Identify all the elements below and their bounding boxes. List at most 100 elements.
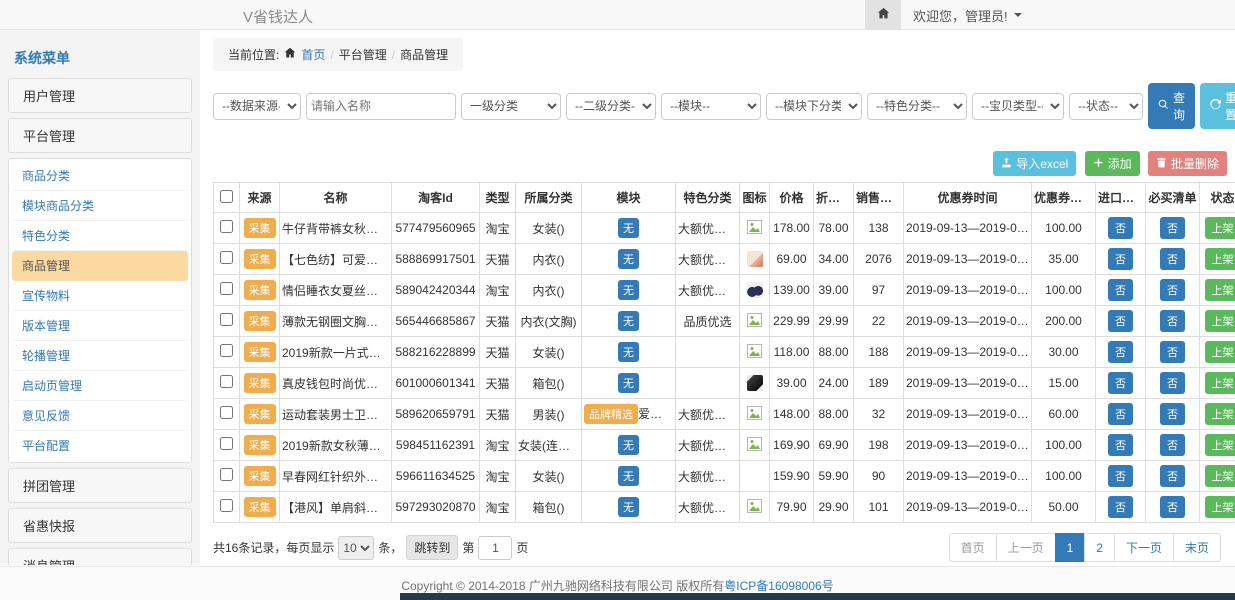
must-buy-toggle[interactable]: 否 xyxy=(1160,403,1185,425)
import-select-toggle[interactable]: 否 xyxy=(1108,372,1133,394)
select-all-checkbox[interactable] xyxy=(220,190,233,203)
filter-select-0[interactable]: 一级分类 xyxy=(461,93,561,120)
per-page-select[interactable]: 10 xyxy=(338,536,374,560)
status-button[interactable]: 上架 xyxy=(1205,465,1235,487)
import-select-toggle[interactable]: 否 xyxy=(1108,496,1133,518)
import-select-toggle[interactable]: 否 xyxy=(1108,465,1133,487)
sidebar-section-bottom-2[interactable]: 消息管理 xyxy=(8,548,192,565)
status-button[interactable]: 上架 xyxy=(1205,372,1235,394)
row-checkbox[interactable] xyxy=(220,437,233,450)
status-button[interactable]: 上架 xyxy=(1205,403,1235,425)
batch-delete-button[interactable]: 批量删除 xyxy=(1148,151,1227,176)
broken-image-icon xyxy=(747,437,762,451)
page-button-首页[interactable]: 首页 xyxy=(949,533,997,562)
must-buy-toggle[interactable]: 否 xyxy=(1160,279,1185,301)
sidebar-item[interactable]: 启动页管理 xyxy=(12,371,188,401)
filter-select-2[interactable]: --模块-- xyxy=(661,93,761,120)
status-button[interactable]: 上架 xyxy=(1205,496,1235,518)
import-select-toggle[interactable]: 否 xyxy=(1108,279,1133,301)
sidebar-section-1[interactable]: 平台管理 xyxy=(8,118,192,153)
must-buy-toggle[interactable]: 否 xyxy=(1160,372,1185,394)
import-select-toggle[interactable]: 否 xyxy=(1108,248,1133,270)
sidebar-item[interactable]: 轮播管理 xyxy=(12,341,188,371)
must-buy-toggle[interactable]: 否 xyxy=(1160,341,1185,363)
type-cell: 天猫 xyxy=(480,244,516,275)
row-checkbox-cell xyxy=(214,368,240,399)
status-button[interactable]: 上架 xyxy=(1205,341,1235,363)
sales-cell: 189 xyxy=(854,368,904,399)
sidebar-section-0[interactable]: 用户管理 xyxy=(8,78,192,113)
import-excel-button[interactable]: 导入excel xyxy=(993,151,1076,176)
row-checkbox[interactable] xyxy=(220,313,233,326)
page-button-1[interactable]: 1 xyxy=(1055,533,1086,562)
filter-select-1[interactable]: --二级分类-- xyxy=(566,93,656,120)
status-button[interactable]: 上架 xyxy=(1205,217,1235,239)
import-select-cell: 否 xyxy=(1096,306,1146,337)
must-buy-toggle[interactable]: 否 xyxy=(1160,465,1185,487)
import-select-toggle[interactable]: 否 xyxy=(1108,217,1133,239)
row-checkbox[interactable] xyxy=(220,282,233,295)
row-checkbox[interactable] xyxy=(220,220,233,233)
data-source-select[interactable]: --数据来源-- xyxy=(213,93,301,120)
row-checkbox[interactable] xyxy=(220,375,233,388)
sidebar-item[interactable]: 平台配置 xyxy=(12,431,188,460)
row-checkbox[interactable] xyxy=(220,251,233,264)
row-checkbox[interactable] xyxy=(220,499,233,512)
icp-link[interactable]: 粤ICP备16098006号 xyxy=(724,579,833,593)
row-checkbox[interactable] xyxy=(220,468,233,481)
must-buy-toggle[interactable]: 否 xyxy=(1160,496,1185,518)
coupon-amount-cell: 100.00 xyxy=(1032,430,1096,461)
must-buy-toggle[interactable]: 否 xyxy=(1160,310,1185,332)
name-cell: 【七色纺】可爱纯棉家... xyxy=(280,244,392,275)
name-search-input[interactable] xyxy=(306,93,456,120)
status-button[interactable]: 上架 xyxy=(1205,434,1235,456)
page-button-2[interactable]: 2 xyxy=(1084,533,1115,562)
must-buy-toggle[interactable]: 否 xyxy=(1160,434,1185,456)
icon-cell xyxy=(740,492,770,523)
import-select-toggle[interactable]: 否 xyxy=(1108,310,1133,332)
status-button[interactable]: 上架 xyxy=(1205,310,1235,332)
search-button[interactable]: 查询 xyxy=(1148,83,1195,129)
coupon-amount-cell: 30.00 xyxy=(1032,337,1096,368)
discount-price-cell: 34.00 xyxy=(814,244,854,275)
breadcrumb-home-link[interactable]: 首页 xyxy=(301,46,325,63)
page-button-上一页[interactable]: 上一页 xyxy=(996,533,1056,562)
jump-button[interactable]: 跳转到 xyxy=(406,535,458,560)
sidebar-item[interactable]: 宣传物料 xyxy=(12,281,188,311)
filter-select-4[interactable]: --特色分类-- xyxy=(867,93,967,120)
import-select-toggle[interactable]: 否 xyxy=(1108,403,1133,425)
type-cell: 天猫 xyxy=(480,306,516,337)
page-button-末页[interactable]: 末页 xyxy=(1173,533,1221,562)
import-select-toggle[interactable]: 否 xyxy=(1108,434,1133,456)
column-header: 所属分类 xyxy=(516,183,582,213)
user-menu[interactable]: 欢迎您，管理员! xyxy=(901,6,1034,25)
must-buy-toggle[interactable]: 否 xyxy=(1160,248,1185,270)
sidebar-section-bottom-1[interactable]: 省惠快报 xyxy=(8,508,192,543)
home-button[interactable] xyxy=(865,0,901,30)
sales-cell: 198 xyxy=(854,430,904,461)
sidebar-item[interactable]: 特色分类 xyxy=(12,221,188,251)
filter-select-6[interactable]: --状态-- xyxy=(1069,93,1143,120)
sidebar-item[interactable]: 商品分类 xyxy=(12,161,188,191)
sidebar-item[interactable]: 商品管理 xyxy=(12,251,188,281)
column-header: 淘客Id xyxy=(392,183,480,213)
sidebar-item[interactable]: 模块商品分类 xyxy=(12,191,188,221)
column-header: 必买清单 xyxy=(1146,183,1200,213)
sidebar-section-bottom-0[interactable]: 拼团管理 xyxy=(8,468,192,503)
sidebar-item[interactable]: 版本管理 xyxy=(12,311,188,341)
status-cell: 上架 xyxy=(1200,337,1235,368)
add-button[interactable]: 添加 xyxy=(1085,151,1140,176)
import-select-toggle[interactable]: 否 xyxy=(1108,341,1133,363)
filter-select-3[interactable]: --模块下分类-- xyxy=(766,93,862,120)
filter-select-5[interactable]: --宝贝类型-- xyxy=(972,93,1064,120)
page-button-下一页[interactable]: 下一页 xyxy=(1114,533,1174,562)
status-button[interactable]: 上架 xyxy=(1205,279,1235,301)
row-checkbox[interactable] xyxy=(220,344,233,357)
sidebar-item[interactable]: 意见反馈 xyxy=(12,401,188,431)
status-button[interactable]: 上架 xyxy=(1205,248,1235,270)
jump-page-input[interactable] xyxy=(478,536,512,560)
reset-button[interactable]: 重置 xyxy=(1200,83,1235,129)
coupon-amount-cell: 15.00 xyxy=(1032,368,1096,399)
row-checkbox[interactable] xyxy=(220,406,233,419)
must-buy-toggle[interactable]: 否 xyxy=(1160,217,1185,239)
